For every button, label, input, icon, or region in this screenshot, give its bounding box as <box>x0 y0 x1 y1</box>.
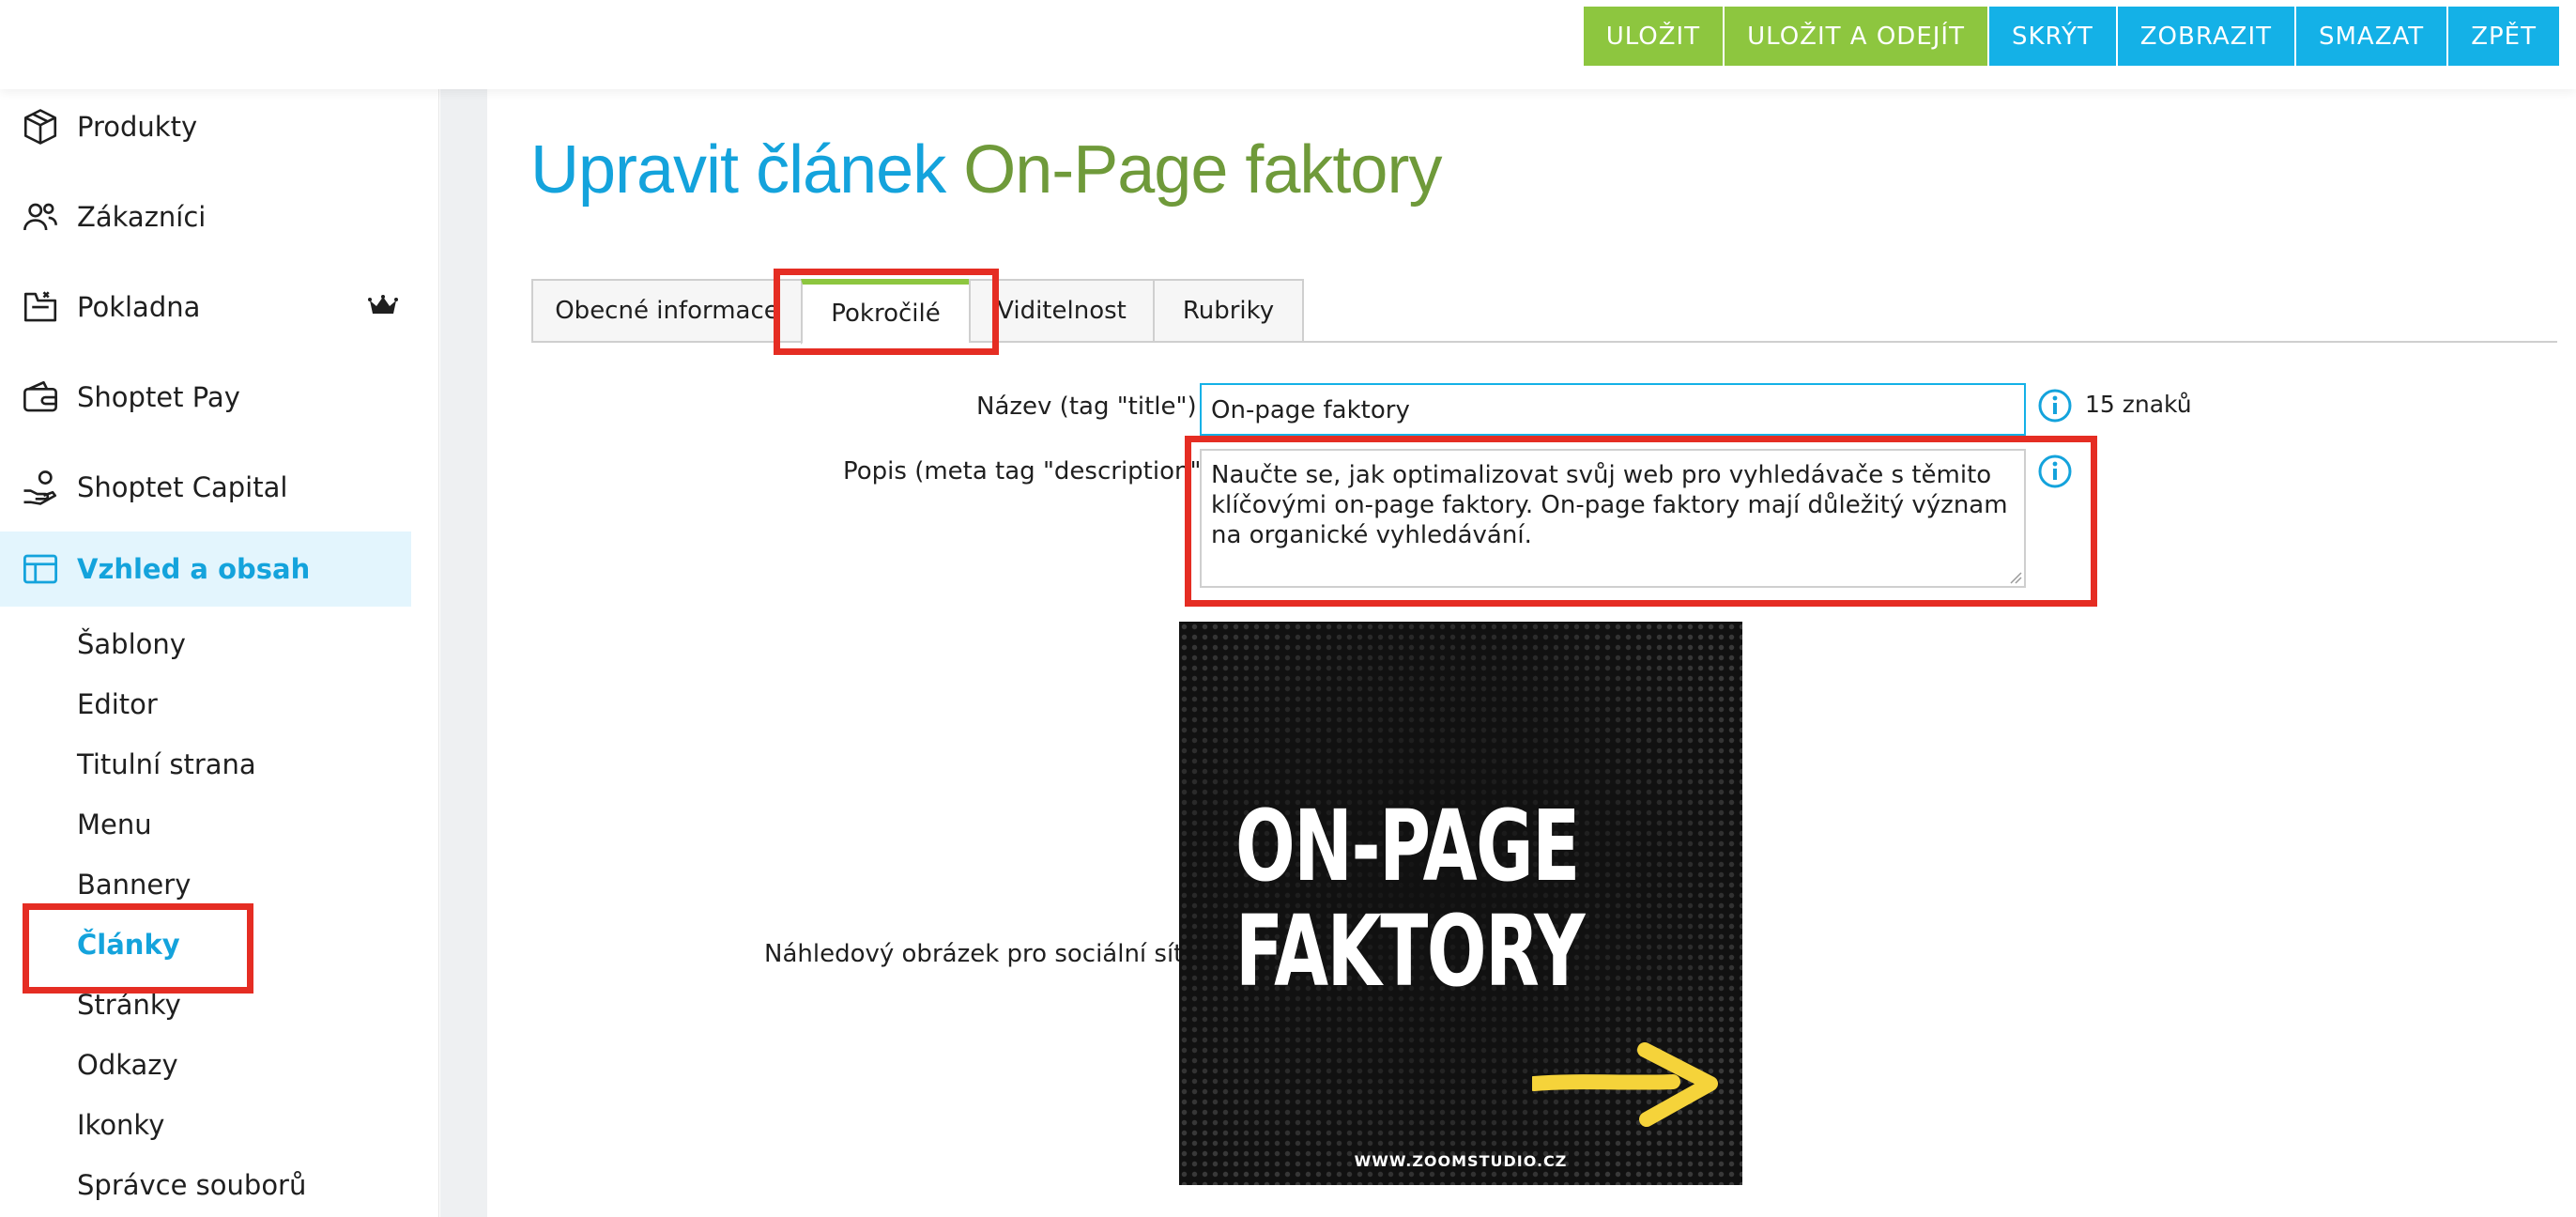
page-title-article-name: On-Page faktory <box>963 132 1442 208</box>
sidebar-subitem-odkazy[interactable]: Odkazy <box>77 1049 178 1081</box>
image-url-text: WWW.ZOOMSTUDIO.CZ <box>1354 1152 1568 1170</box>
sidebar-item-label: Shoptet Capital <box>77 471 288 503</box>
sidebar-subitem-bannery[interactable]: Bannery <box>77 869 191 901</box>
save-and-leave-button[interactable]: ULOŽIT A ODEJÍT <box>1725 7 1987 66</box>
crown-icon <box>368 292 398 324</box>
sidebar-item-pokladna[interactable]: Pokladna <box>0 270 411 345</box>
hide-button[interactable]: SKRÝT <box>1988 7 2116 66</box>
action-buttons: ULOŽIT ULOŽIT A ODEJÍT SKRÝT ZOBRAZIT SM… <box>1583 7 2559 66</box>
sidebar-item-shoptet-pay[interactable]: Shoptet Pay <box>0 360 411 435</box>
image-headline-line2: FAKTORY <box>1235 894 1585 1009</box>
sidebar-item-shoptet-capital[interactable]: Shoptet Capital <box>0 450 411 525</box>
title-char-count: 15 znaků <box>2085 391 2192 418</box>
image-headline-line1: ON-PAGE <box>1235 789 1580 903</box>
sidebar-subitem-titulni-strana[interactable]: Titulní strana <box>77 748 256 780</box>
highlight-clanky <box>23 903 253 994</box>
social-image-label: Náhledový obrázek pro sociální sítě <box>764 940 1199 968</box>
save-button[interactable]: ULOŽIT <box>1583 7 1724 66</box>
social-preview-image[interactable]: ON-PAGE FAKTORY WWW.ZOOMSTUDIO.CZ <box>1179 622 1742 1185</box>
sidebar-item-label: Vzhled a obsah <box>77 553 311 585</box>
top-bar: ULOŽIT ULOŽIT A ODEJÍT SKRÝT ZOBRAZIT SM… <box>0 0 2576 89</box>
title-tag-input[interactable]: On-page faktory <box>1200 383 2026 436</box>
sidebar-item-label: Pokladna <box>77 291 201 323</box>
sidebar-subitem-ikonky[interactable]: Ikonky <box>77 1109 164 1141</box>
back-button[interactable]: ZPĚT <box>2448 7 2559 66</box>
highlight-description <box>1185 436 2097 607</box>
money-hand-icon <box>19 466 62 509</box>
layout-icon <box>19 547 62 591</box>
page-title: Upravit článek On-Page faktory <box>530 131 1442 208</box>
arrow-icon <box>1532 1042 1718 1127</box>
wallet-icon <box>19 376 62 419</box>
sidebar-subitem-editor[interactable]: Editor <box>77 688 158 720</box>
delete-button[interactable]: SMAZAT <box>2296 7 2447 66</box>
tab-rubriky[interactable]: Rubriky <box>1153 279 1304 343</box>
sidebar-subitem-stranky[interactable]: Stránky <box>77 989 181 1021</box>
box-icon <box>19 105 62 148</box>
sidebar-item-vzhled-a-obsah[interactable]: Vzhled a obsah <box>0 531 411 607</box>
title-tag-label: Název (tag "title") <box>976 393 1197 421</box>
tab-obecne-informace[interactable]: Obecné informace <box>531 279 801 343</box>
show-button[interactable]: ZOBRAZIT <box>2117 7 2294 66</box>
sidebar-subitem-spravce-souboru[interactable]: Správce souborů <box>77 1169 306 1201</box>
sidebar-subitem-menu[interactable]: Menu <box>77 809 152 840</box>
highlight-tab-pokrocile <box>774 269 999 355</box>
sidebar-gutter <box>440 89 487 1217</box>
users-icon <box>19 195 62 239</box>
sidebar-item-zakaznici[interactable]: Zákazníci <box>0 179 411 254</box>
info-icon[interactable] <box>2037 388 2073 424</box>
sidebar: Produkty Zákazníci Pokladna Shoptet Pay … <box>0 89 439 1217</box>
sidebar-item-label: Produkty <box>77 111 198 143</box>
sidebar-subitem-sablony[interactable]: Šablony <box>77 628 186 660</box>
cash-register-icon <box>19 285 62 329</box>
sidebar-item-label: Shoptet Pay <box>77 381 240 413</box>
sidebar-item-label: Zákazníci <box>77 201 207 233</box>
sidebar-item-produkty[interactable]: Produkty <box>0 89 411 164</box>
description-label: Popis (meta tag "description") <box>843 457 1211 485</box>
page-title-prefix: Upravit článek <box>530 132 946 208</box>
